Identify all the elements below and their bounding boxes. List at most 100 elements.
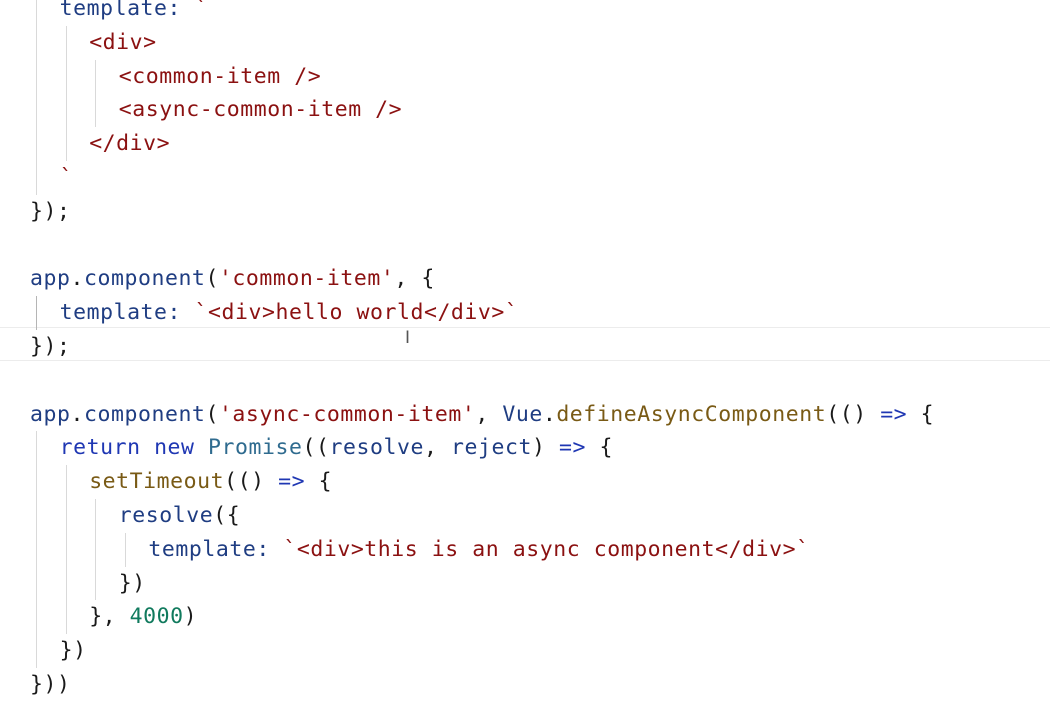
code-token: ) — [531, 435, 559, 461]
code-token: template: — [59, 300, 195, 326]
indent-guide — [65, 25, 67, 60]
code-token: }) — [118, 570, 146, 596]
code-token: 'async-common-item' — [218, 401, 476, 427]
indent-guide — [95, 532, 97, 567]
code-token: 4000 — [129, 604, 184, 630]
code-token: }); — [30, 334, 71, 359]
indent-guide — [95, 499, 97, 533]
code-token: Promise — [208, 435, 303, 461]
indent-guide — [36, 431, 37, 466]
indent-guide — [65, 499, 67, 533]
code-line: }, 4000) — [89, 600, 197, 634]
indent-guide — [36, 634, 37, 668]
indent-guide — [36, 25, 37, 60]
indent-guide — [36, 566, 37, 601]
code-token: app — [30, 401, 71, 427]
indent-guide — [65, 600, 67, 635]
code-token: component — [83, 266, 206, 292]
indent-guide — [95, 93, 97, 128]
indent-guide — [65, 532, 67, 567]
code-line: app.component('async-common-item', Vue.d… — [30, 398, 934, 432]
code-token: reject — [450, 435, 532, 461]
code-token: => — [558, 435, 586, 461]
code-token: , — [475, 401, 503, 427]
code-line: }) — [60, 634, 87, 668]
code-token: template: — [59, 0, 195, 21]
code-token: resolve — [118, 503, 214, 528]
code-token: resolve — [329, 435, 424, 461]
code-token: template: — [148, 536, 284, 562]
indent-guide — [65, 127, 67, 161]
code-token: return — [59, 435, 141, 461]
code-token: <div> — [89, 29, 157, 55]
code-token: setTimeout — [89, 469, 225, 495]
code-line: resolve({ — [119, 499, 240, 533]
code-token: ` — [59, 165, 74, 190]
code-line: <common-item /> — [119, 60, 321, 94]
indent-guide — [36, 93, 37, 128]
code-token: <async-common-item /> — [118, 97, 403, 123]
code-token: ( — [205, 401, 219, 427]
code-line: </div> — [89, 127, 170, 161]
code-token: `<div>this is an async component</div>` — [283, 536, 810, 562]
indent-guide — [36, 532, 37, 567]
code-token: new — [154, 435, 195, 461]
indent-guide — [95, 566, 97, 601]
code-line: }); — [30, 330, 70, 364]
indent-guide — [36, 127, 37, 161]
code-token: ({ — [213, 503, 241, 528]
code-editor[interactable]: template: ` <div> <common-item /> <async-co… — [0, 0, 1050, 714]
indent-guide — [36, 600, 37, 635]
code-token: , { — [394, 266, 435, 292]
indent-guide — [124, 532, 126, 567]
code-line: })) — [30, 668, 70, 702]
code-line: ` — [60, 161, 74, 195]
code-token: component — [83, 401, 206, 427]
indent-guide — [36, 0, 37, 26]
code-token: 'common-item' — [218, 266, 395, 292]
indent-guide — [36, 59, 37, 94]
code-token: ) — [183, 604, 198, 630]
code-token: ( — [205, 266, 219, 292]
text-cursor-icon: I — [405, 328, 411, 348]
code-line: setTimeout(() => { — [89, 465, 332, 499]
code-token: (() — [224, 469, 279, 495]
code-token: => — [880, 401, 908, 427]
code-line: <div> — [89, 26, 156, 60]
code-token: </div> — [89, 131, 171, 157]
code-token: { — [907, 401, 935, 427]
indent-guide — [65, 93, 67, 128]
code-token: <common-item /> — [118, 63, 322, 89]
code-token: . — [542, 401, 557, 427]
code-line: template: ` — [60, 0, 208, 26]
indent-guide — [65, 566, 67, 601]
indent-guide — [36, 465, 37, 499]
code-line: app.component('common-item', { — [30, 262, 435, 296]
code-line: <async-common-item /> — [119, 93, 402, 127]
indent-guide — [36, 296, 37, 330]
indent-guide — [36, 499, 37, 533]
code-token: app — [30, 266, 71, 292]
code-token: . — [70, 401, 84, 427]
code-line: return new Promise((resolve, reject) => … — [60, 431, 613, 465]
code-token: (() — [826, 401, 881, 427]
code-line: template: `<div>this is an async compone… — [148, 533, 809, 567]
indent-guide — [65, 59, 67, 94]
code-token: => — [278, 469, 306, 495]
current-line-highlight — [0, 327, 1050, 361]
code-line: }) — [119, 567, 146, 601]
code-token: })) — [30, 672, 71, 697]
indent-guide — [95, 59, 97, 94]
code-token: . — [70, 266, 84, 292]
code-token: }, — [89, 604, 130, 630]
indent-guide — [65, 465, 67, 499]
code-token: ` — [194, 0, 209, 21]
code-token: , — [423, 435, 451, 461]
indent-guide — [36, 161, 37, 195]
code-token: }); — [30, 198, 71, 224]
code-token: }) — [59, 638, 87, 664]
code-token: { — [585, 435, 613, 461]
code-token: defineAsyncComponent — [556, 401, 827, 427]
code-token: (( — [302, 435, 330, 461]
